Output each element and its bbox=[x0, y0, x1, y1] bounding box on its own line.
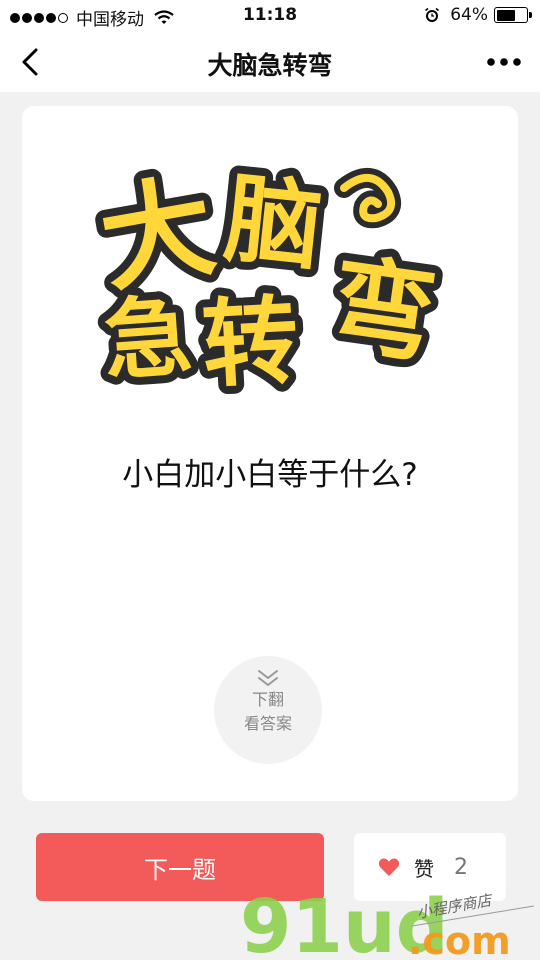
heart-icon bbox=[378, 858, 400, 876]
watermark-logo: 91ud .com 小程序商店 bbox=[240, 884, 535, 960]
status-bar: 中国移动 11:18 64% bbox=[0, 0, 540, 32]
svg-text:转: 转 bbox=[199, 285, 301, 394]
page-title: 大脑急转弯 bbox=[207, 51, 333, 80]
status-right-group: 64% bbox=[424, 5, 532, 25]
battery-fill bbox=[496, 9, 516, 21]
watermark-domain: .com bbox=[408, 919, 511, 960]
svg-text:脑: 脑 bbox=[220, 162, 327, 283]
like-count: 2 bbox=[454, 854, 468, 880]
brain-teaser-logo: 大 脑 急 转 弯 bbox=[92, 154, 451, 394]
flip-to-answer-button[interactable]: 下翻 看答案 bbox=[214, 656, 322, 764]
flip-label-line1: 下翻 bbox=[251, 690, 284, 709]
alarm-icon bbox=[425, 7, 440, 22]
more-dots-icon bbox=[487, 58, 521, 66]
more-button[interactable] bbox=[484, 46, 524, 78]
battery-percent: 64% bbox=[450, 5, 488, 25]
navigation-bar: 大脑急转弯 bbox=[0, 32, 540, 92]
flip-label-line2: 看答案 bbox=[243, 714, 292, 733]
like-label: 赞 bbox=[414, 856, 434, 881]
battery-icon bbox=[494, 7, 532, 23]
double-chevron-down-icon bbox=[258, 670, 278, 686]
question-card: 大 脑 急 转 弯 小白加小白等于什么? 下翻 看答案 bbox=[22, 106, 518, 801]
svg-text:弯: 弯 bbox=[323, 243, 443, 378]
question-text: 小白加小白等于什么? bbox=[122, 457, 418, 493]
svg-text:急: 急 bbox=[100, 284, 195, 393]
